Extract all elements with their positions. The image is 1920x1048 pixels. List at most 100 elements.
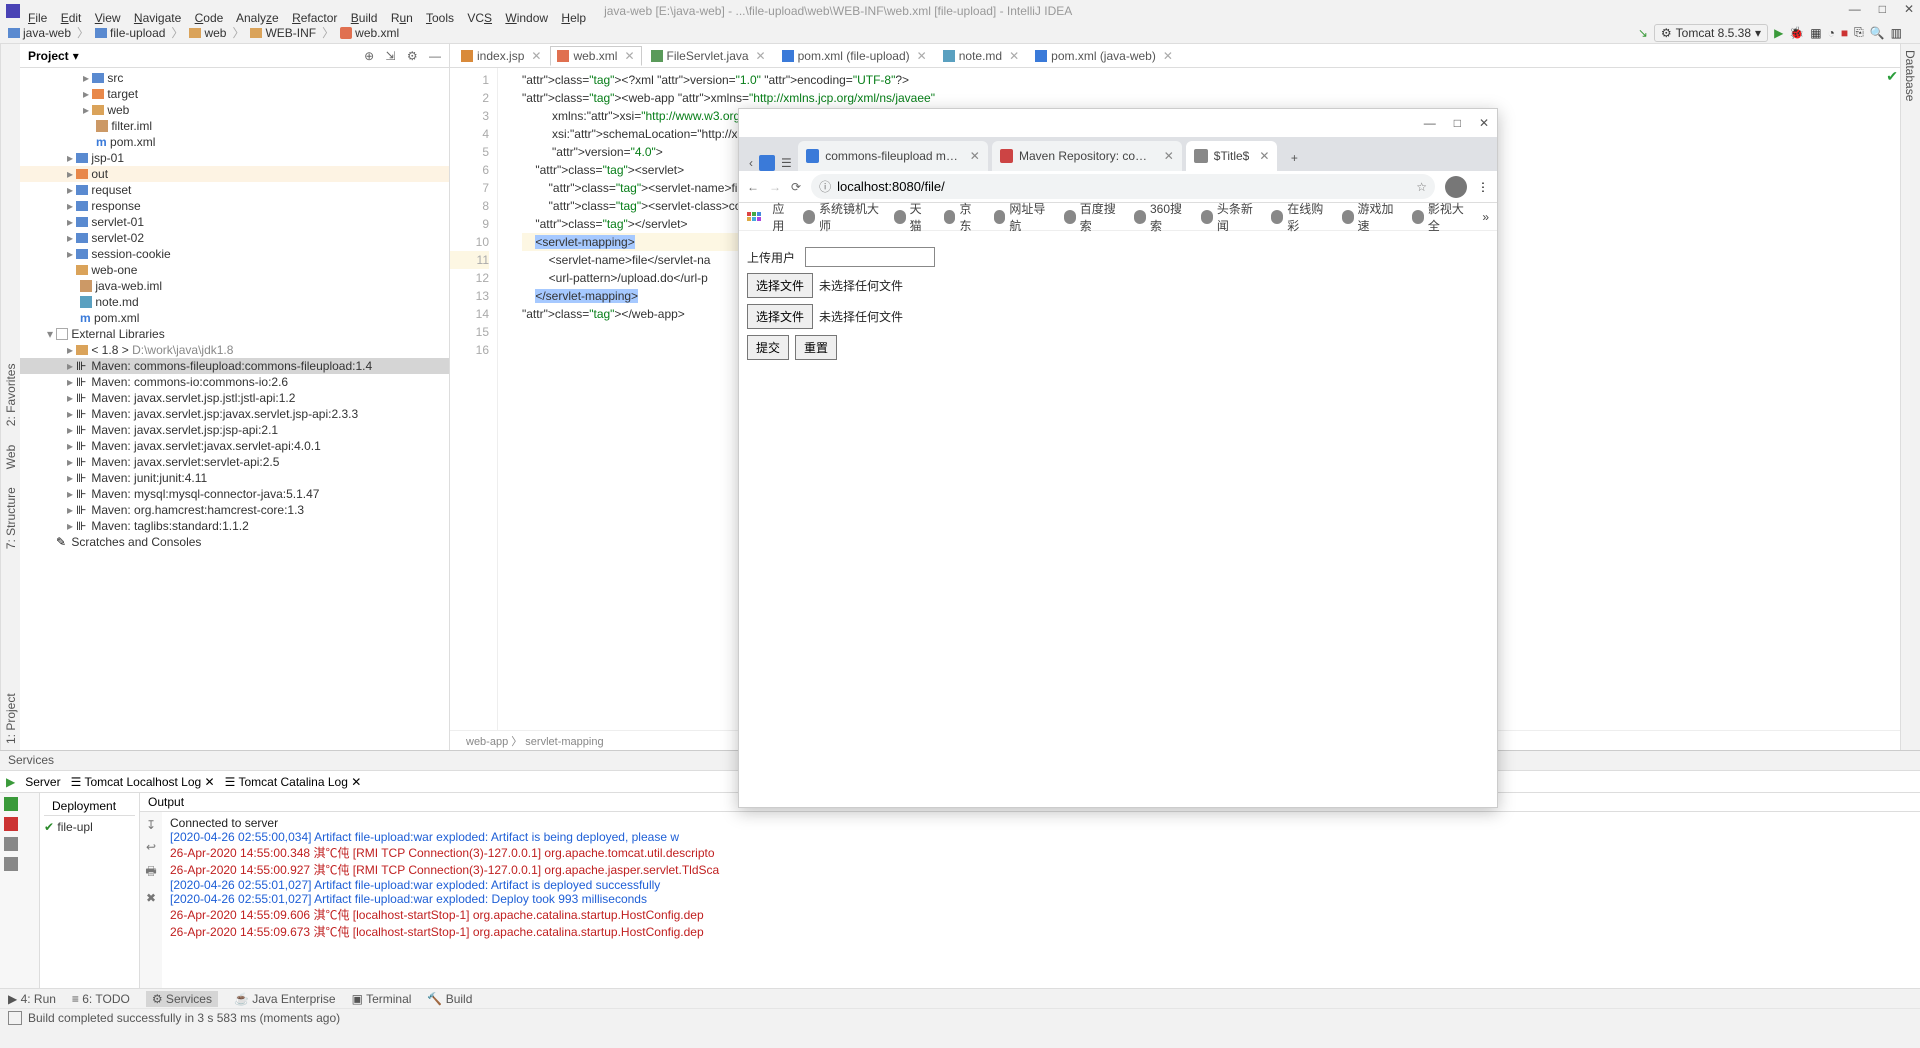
back-icon[interactable]: ← [747, 180, 759, 194]
rerun-icon[interactable] [4, 797, 18, 811]
bc-webinf[interactable]: WEB-INF [250, 26, 316, 40]
layout-icon[interactable] [4, 857, 18, 871]
br-list-icon[interactable]: ☰ [781, 156, 792, 170]
bottom-tool-stripe[interactable]: ▶ 4: Run ≡ 6: TODO ⚙ Services ☕ Java Enterp… [0, 988, 1920, 1008]
scroll-icon[interactable]: ↧ [146, 818, 156, 832]
left-stripe-lower[interactable]: 7: Structure Web 2: Favorites [0, 360, 20, 553]
wrap-icon[interactable]: ↩ [146, 840, 156, 854]
run-icon[interactable]: ▶ [6, 775, 15, 789]
hide-icon[interactable]: — [429, 49, 441, 63]
bookmark-item[interactable]: 京东 [944, 200, 980, 234]
menu-vcs[interactable]: VCS [467, 11, 492, 25]
br-maximize-icon[interactable]: □ [1454, 116, 1461, 130]
menu-view[interactable]: View [95, 11, 121, 25]
close-icon[interactable]: ✕ [1904, 2, 1914, 16]
editor-tab[interactable]: FileServlet.java✕ [644, 46, 773, 66]
bc-web[interactable]: web [189, 26, 226, 40]
browser-tab[interactable]: $Title$✕ [1186, 141, 1278, 171]
bookmark-item[interactable]: 影视大全 [1412, 200, 1468, 234]
minimize-icon[interactable]: — [1849, 2, 1861, 16]
br-ext-icon[interactable] [759, 155, 775, 171]
debug-icon[interactable]: 🐞 [1789, 26, 1804, 40]
bookmark-item[interactable]: 系统镜机大师 [803, 200, 880, 234]
apps-icon[interactable]: 应用 [747, 200, 789, 234]
right-tool-stripe[interactable]: Database [1900, 44, 1920, 750]
menu-icon[interactable]: ⋮ [1477, 180, 1489, 194]
menu-code[interactable]: Code [195, 11, 224, 25]
address-bar[interactable]: ⓘ ☆ [811, 174, 1435, 199]
coverage-icon[interactable]: ▦ [1810, 26, 1821, 40]
choose-file-2[interactable]: 选择文件 [747, 304, 813, 329]
bottom-tool[interactable]: ☕ Java Enterprise [234, 992, 336, 1006]
stop-icon[interactable]: ■ [1841, 26, 1848, 40]
bottom-tool[interactable]: ≡ 6: TODO [72, 992, 130, 1006]
clear-icon[interactable]: ✖ [146, 891, 156, 905]
editor-tab[interactable]: index.jsp✕ [454, 46, 548, 66]
editor-tab[interactable]: pom.xml (java-web)✕ [1028, 46, 1180, 66]
browser-tab[interactable]: Maven Repository: commo✕ [992, 141, 1182, 171]
gear-icon[interactable]: ⚙ [407, 49, 418, 63]
services-toolbar[interactable] [0, 793, 22, 988]
new-tab-icon[interactable]: + [1281, 145, 1307, 171]
menu-refactor[interactable]: Refactor [292, 11, 337, 25]
bc-root[interactable]: java-web [8, 26, 71, 40]
project-header-label[interactable]: Project [28, 49, 69, 63]
locate-icon[interactable]: ⊕ [364, 49, 374, 63]
reload-icon[interactable]: ⟳ [791, 180, 801, 194]
bookmarks-overflow[interactable]: » [1482, 210, 1489, 224]
menu-help[interactable]: Help [561, 11, 586, 25]
url-input[interactable] [837, 179, 1410, 194]
svc-tab-local[interactable]: ☰ Tomcat Localhost Log ✕ [71, 775, 215, 789]
deployment-tree[interactable]: Deployment ✔ file-upl [40, 793, 140, 988]
editor-tab[interactable]: note.md✕ [936, 46, 1026, 66]
info-icon[interactable]: ⓘ [819, 178, 831, 195]
bottom-tool[interactable]: ⚙ Services [146, 991, 218, 1007]
stripe-project[interactable]: 1: Project [3, 693, 18, 744]
profile-icon[interactable]: ◔ [1828, 26, 1835, 40]
settings-icon[interactable]: ▥ [1891, 26, 1902, 40]
menu-run[interactable]: Run [391, 11, 413, 25]
menu-edit[interactable]: Edit [61, 11, 82, 25]
menu-analyze[interactable]: Analyze [236, 11, 279, 25]
menu-navigate[interactable]: Navigate [134, 11, 181, 25]
bookmark-item[interactable]: 头条新闻 [1201, 200, 1257, 234]
bc-file[interactable]: web.xml [340, 26, 399, 40]
build-icon[interactable]: ↘ [1638, 26, 1648, 40]
br-back-icon[interactable]: ‹ [749, 156, 753, 170]
run-icon[interactable]: ▶ [1774, 26, 1783, 40]
dump-icon[interactable] [4, 837, 18, 851]
choose-file-1[interactable]: 选择文件 [747, 273, 813, 298]
editor-tab[interactable]: pom.xml (file-upload)✕ [775, 46, 934, 66]
bookmark-item[interactable]: 网址导航 [994, 200, 1050, 234]
bookmark-item[interactable]: 在线购彩 [1271, 200, 1327, 234]
maximize-icon[interactable]: □ [1879, 2, 1886, 16]
bottom-tool[interactable]: ▣ Terminal [352, 992, 412, 1006]
svc-tab-server[interactable]: Server [25, 775, 60, 789]
user-input[interactable] [805, 247, 935, 267]
print-icon[interactable]: 🖶 [145, 862, 156, 883]
editor-tabs[interactable]: index.jsp✕web.xml✕FileServlet.java✕pom.x… [450, 44, 1900, 68]
bottom-tool[interactable]: 🔨 Build [427, 992, 472, 1006]
reset-button[interactable]: 重置 [795, 335, 837, 360]
submit-button[interactable]: 提交 [747, 335, 789, 360]
br-minimize-icon[interactable]: — [1424, 116, 1436, 130]
br-close-icon[interactable]: ✕ [1479, 116, 1489, 130]
project-tree[interactable]: ▸ src ▸ target ▸ web filter.iml m pom.xm… [20, 68, 449, 750]
menu-build[interactable]: Build [351, 11, 378, 25]
browser-tab[interactable]: commons-fileupload mave✕ [798, 141, 988, 171]
svc-tab-catalina[interactable]: ☰ Tomcat Catalina Log ✕ [225, 775, 362, 789]
bottom-tool[interactable]: ▶ 4: Run [8, 992, 56, 1006]
bookmark-item[interactable]: 百度搜索 [1064, 200, 1120, 234]
editor-tab[interactable]: web.xml✕ [550, 46, 641, 66]
star-icon[interactable]: ☆ [1416, 180, 1427, 194]
vcs-icon[interactable]: ⎘ [1854, 25, 1864, 40]
event-log-icon[interactable] [8, 1011, 22, 1025]
browser-tabstrip[interactable]: ‹ ☰ commons-fileupload mave✕Maven Reposito… [739, 137, 1497, 171]
bookmark-item[interactable]: 天猫 [894, 200, 930, 234]
forward-icon[interactable]: → [769, 180, 781, 194]
search-icon[interactable]: 🔍 [1870, 26, 1885, 40]
bookmarks-bar[interactable]: 应用 系统镜机大师天猫京东网址导航百度搜索360搜索头条新闻在线购彩游戏加速影视… [739, 203, 1497, 231]
bookmark-item[interactable]: 游戏加速 [1342, 200, 1398, 234]
menu-window[interactable]: Window [505, 11, 548, 25]
run-config-selector[interactable]: ⚙ Tomcat 8.5.38 ▾ [1654, 24, 1768, 42]
